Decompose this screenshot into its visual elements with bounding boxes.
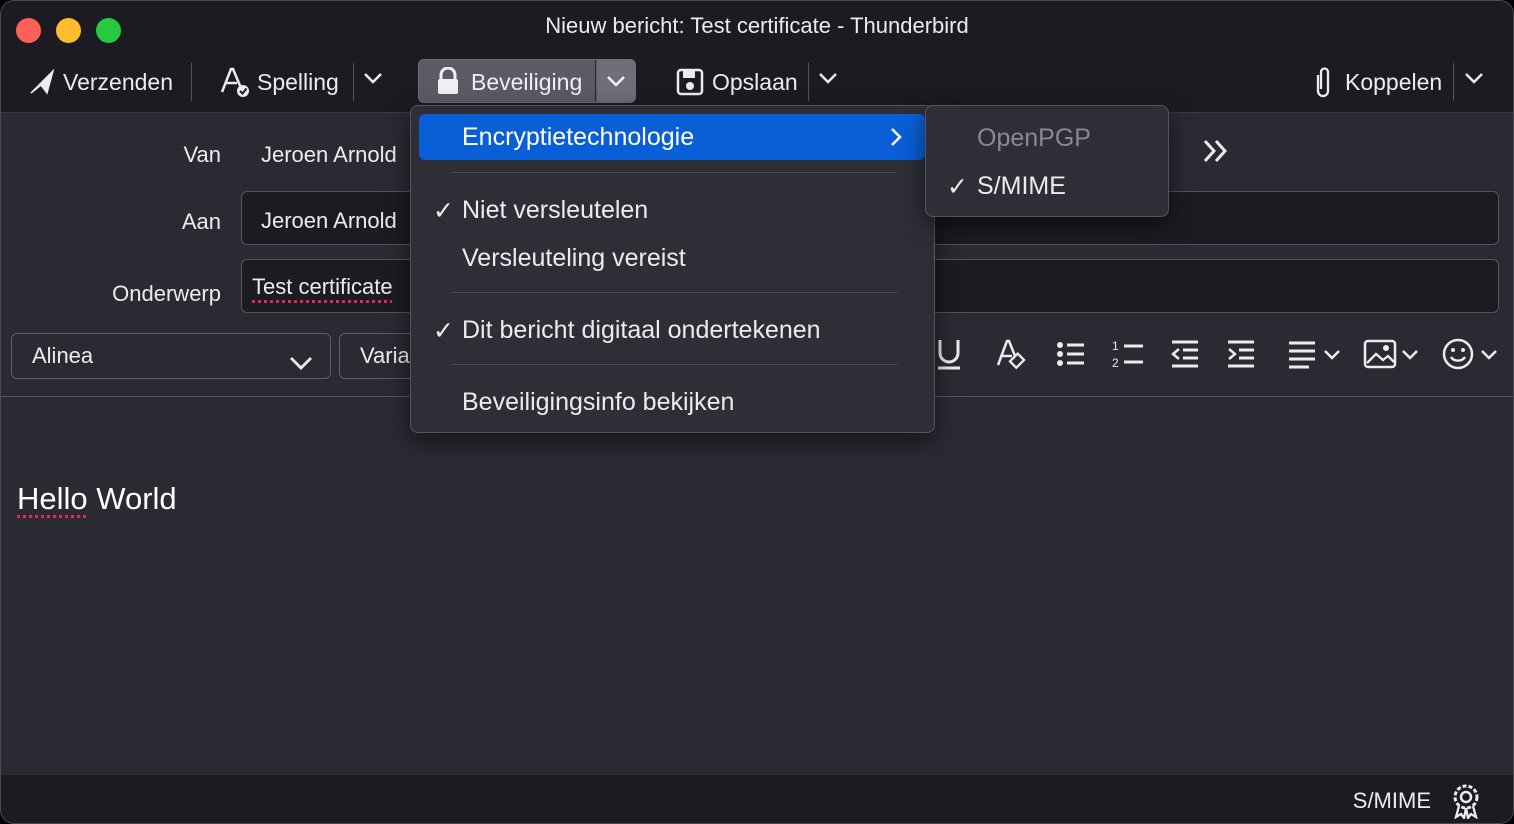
check-icon: ✓: [433, 317, 454, 345]
menu-item-label: Encryptietechnologie: [462, 123, 695, 151]
toolbar-separator: [1453, 63, 1454, 101]
save-button[interactable]: Opslaan: [676, 59, 798, 105]
send-button[interactable]: Verzenden: [29, 59, 173, 105]
security-label: Beveiliging: [471, 69, 583, 95]
send-icon: [29, 69, 55, 95]
menu-item-encryption-technology[interactable]: Encryptietechnologie: [419, 114, 925, 160]
spelling-label: Spelling: [257, 68, 339, 95]
svg-text:1: 1: [1112, 339, 1119, 353]
clear-formatting-icon[interactable]: [995, 337, 1027, 376]
chevron-right-icon: [889, 126, 903, 155]
paragraph-format-value: Alinea: [32, 343, 94, 368]
from-label: Van: [183, 142, 221, 167]
status-bar: S/MIME: [1, 775, 1513, 823]
attach-label: Koppelen: [1345, 68, 1443, 95]
underline-icon[interactable]: [935, 337, 963, 376]
menu-item-digitally-sign[interactable]: ✓ Dit bericht digitaal ondertekenen: [419, 307, 925, 353]
message-body-editor[interactable]: Hello World: [1, 399, 1513, 775]
insert-image-icon[interactable]: [1363, 337, 1421, 376]
compose-window: Nieuw bericht: Test certificate - Thunde…: [0, 0, 1514, 824]
spelling-dropdown-chevron-icon[interactable]: [362, 67, 384, 94]
encryption-technology-submenu: OpenPGP ✓ S/MIME: [925, 105, 1169, 217]
menu-item-label: Dit bericht digitaal ondertekenen: [462, 316, 821, 344]
submenu-item-smime[interactable]: ✓ S/MIME: [926, 163, 1166, 209]
attach-button[interactable]: Koppelen: [1311, 59, 1442, 105]
spelling-button[interactable]: Spelling: [219, 59, 339, 105]
security-menu: Encryptietechnologie ✓ Niet versleutelen…: [410, 105, 935, 433]
bullet-list-icon[interactable]: [1055, 337, 1087, 376]
check-icon: ✓: [433, 197, 454, 225]
save-label: Opslaan: [712, 68, 798, 95]
emoji-icon[interactable]: [1441, 337, 1499, 376]
svg-text:2: 2: [1112, 356, 1119, 370]
subject-label: Onderwerp: [112, 281, 221, 306]
menu-item-require-encryption[interactable]: Versleuteling vereist: [419, 235, 925, 281]
security-status-text: S/MIME: [1352, 788, 1431, 813]
security-button[interactable]: Beveiliging: [418, 59, 636, 103]
menu-separator: [451, 364, 897, 365]
toolbar-separator: [808, 63, 809, 101]
lock-icon: [435, 66, 461, 100]
show-more-fields-icon[interactable]: [1201, 136, 1231, 171]
send-label: Verzenden: [63, 68, 173, 95]
menu-item-no-encryption[interactable]: ✓ Niet versleutelen: [419, 187, 925, 233]
submenu-item-openpgp: OpenPGP: [926, 115, 1166, 161]
save-dropdown-chevron-icon[interactable]: [817, 67, 839, 94]
chevron-down-icon: [288, 345, 314, 389]
numbered-list-icon[interactable]: 12: [1111, 337, 1145, 376]
subject-value: Test certificate: [252, 274, 393, 299]
body-word-world: World: [96, 481, 177, 516]
attach-dropdown-chevron-icon[interactable]: [1463, 67, 1485, 94]
menu-separator: [451, 292, 897, 293]
submenu-item-label: OpenPGP: [977, 124, 1091, 152]
save-icon: [676, 68, 704, 96]
menu-item-label: Versleuteling vereist: [462, 244, 686, 272]
decrease-indent-icon[interactable]: [1169, 337, 1201, 376]
message-body-text: Hello World: [17, 481, 177, 517]
chevron-down-icon: [605, 70, 627, 97]
body-word-hello: Hello: [17, 481, 88, 516]
check-icon: ✓: [947, 173, 968, 201]
paragraph-format-select[interactable]: Alinea: [11, 333, 331, 379]
align-icon[interactable]: [1287, 337, 1343, 376]
recipient-pill[interactable]: Jeroen Arnold: [251, 201, 407, 241]
submenu-item-label: S/MIME: [977, 172, 1066, 200]
toolbar-separator: [191, 63, 192, 101]
spelling-icon: [219, 66, 251, 98]
toolbar-separator: [353, 63, 354, 101]
font-family-value: Varia: [360, 343, 410, 368]
paperclip-icon: [1311, 65, 1335, 99]
security-divider: [595, 60, 596, 102]
menu-item-view-security-info[interactable]: Beveiligingsinfo bekijken: [419, 379, 925, 425]
security-dropdown[interactable]: [597, 60, 635, 102]
window-title: Nieuw bericht: Test certificate - Thunde…: [545, 13, 969, 38]
title-bar: Nieuw bericht: Test certificate - Thunde…: [1, 1, 1513, 113]
to-label: Aan: [181, 209, 221, 234]
menu-separator: [451, 172, 897, 173]
certificate-icon[interactable]: [1449, 783, 1483, 823]
from-value[interactable]: Jeroen Arnold: [261, 142, 397, 168]
menu-item-label: Beveiligingsinfo bekijken: [462, 388, 735, 416]
increase-indent-icon[interactable]: [1225, 337, 1257, 376]
menu-item-label: Niet versleutelen: [462, 196, 649, 224]
